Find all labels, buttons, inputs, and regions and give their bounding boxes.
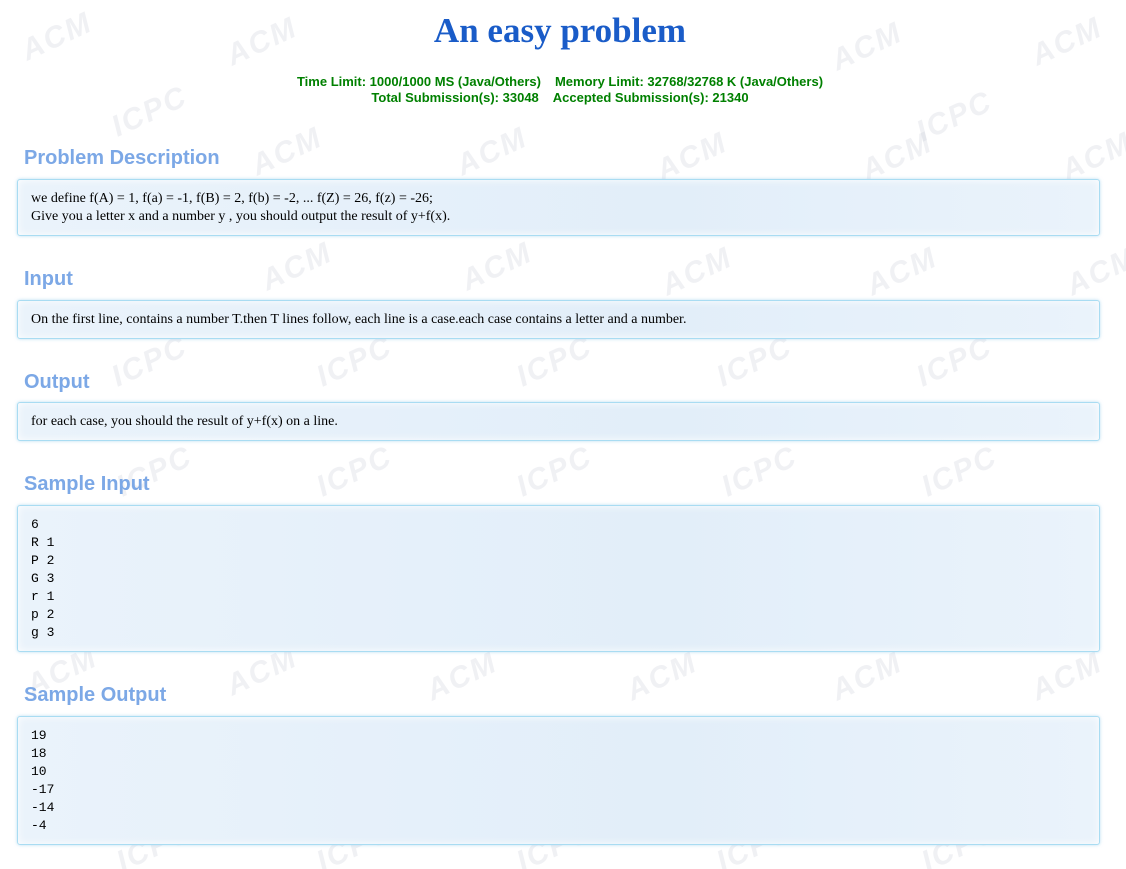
- sample-output-line: -14: [31, 800, 55, 815]
- watermark-icpc: ICPC: [106, 329, 193, 394]
- description-line: Give you a letter x and a number y , you…: [31, 209, 451, 224]
- watermark-acm: ACM: [656, 240, 738, 303]
- section-heading-input: Input: [24, 268, 73, 290]
- accepted-submissions: Accepted Submission(s): 21340: [552, 90, 749, 105]
- sample-output-line: -17: [31, 782, 55, 797]
- watermark-acm: ACM: [421, 645, 503, 708]
- limits-row-1: Time Limit: 1000/1000 MS (Java/Others) Me…: [0, 74, 1120, 90]
- sample-input-line: g 3: [31, 625, 55, 640]
- output-line: for each case, you should the result of …: [31, 414, 338, 429]
- memory-limit: Memory Limit: 32768/32768 K (Java/Others…: [554, 74, 824, 89]
- watermark-acm: ACM: [861, 240, 943, 303]
- total-submissions: Total Submission(s): 33048: [371, 90, 539, 105]
- limits-row-2: Total Submission(s): 33048 Accepted Submi…: [0, 90, 1120, 106]
- sample-output-line: 10: [31, 764, 47, 779]
- watermark-acm: ACM: [1061, 240, 1126, 303]
- input-line: On the first line, contains a number T.t…: [31, 312, 687, 327]
- description-panel: we define f(A) = 1, f(a) = -1, f(B) = 2,…: [17, 179, 1100, 236]
- section-heading-output: Output: [24, 371, 90, 393]
- sample-input-line: G 3: [31, 571, 55, 586]
- sample-output-line: -4: [31, 818, 47, 833]
- section-heading-description: Problem Description: [24, 147, 220, 169]
- watermark-acm: ACM: [456, 235, 538, 298]
- output-panel: for each case, you should the result of …: [17, 402, 1100, 441]
- sample-output-panel[interactable]: 19 18 10 -17 -14 -4: [17, 716, 1100, 845]
- watermark-icpc: ICPC: [911, 329, 998, 394]
- time-limit: Time Limit: 1000/1000 MS (Java/Others): [296, 74, 541, 89]
- watermark-acm: ACM: [246, 120, 328, 183]
- problem-limits: Time Limit: 1000/1000 MS (Java/Others) Me…: [0, 74, 1120, 106]
- watermark-icpc: ICPC: [716, 439, 803, 504]
- watermark-icpc: ICPC: [511, 439, 598, 504]
- description-line: we define f(A) = 1, f(a) = -1, f(B) = 2,…: [31, 191, 433, 206]
- sample-input-line: R 1: [31, 535, 55, 550]
- watermark-icpc: ICPC: [511, 329, 598, 394]
- sample-output-line: 19: [31, 728, 47, 743]
- watermark-acm: ACM: [621, 645, 703, 708]
- watermark-icpc: ICPC: [311, 329, 398, 394]
- watermark-acm: ACM: [1026, 645, 1108, 708]
- sample-output-line: 18: [31, 746, 47, 761]
- watermark-acm: ACM: [256, 235, 338, 298]
- sample-input-panel[interactable]: 6 R 1 P 2 G 3 r 1 p 2 g 3: [17, 505, 1100, 652]
- problem-title: An easy problem: [433, 11, 687, 50]
- watermark-icpc: ICPC: [311, 439, 398, 504]
- watermark-icpc: ICPC: [916, 439, 1003, 504]
- sample-input-line: P 2: [31, 553, 55, 568]
- watermark-icpc: ICPC: [711, 329, 798, 394]
- watermark-acm: ACM: [826, 645, 908, 708]
- section-heading-sample-output: Sample Output: [24, 684, 167, 706]
- section-heading-sample-input: Sample Input: [24, 473, 150, 495]
- input-panel: On the first line, contains a number T.t…: [17, 300, 1100, 339]
- watermark-acm: ACM: [451, 120, 533, 183]
- sample-input-line: r 1: [31, 589, 55, 604]
- sample-input-line: p 2: [31, 607, 55, 622]
- sample-input-line: 6: [31, 517, 39, 532]
